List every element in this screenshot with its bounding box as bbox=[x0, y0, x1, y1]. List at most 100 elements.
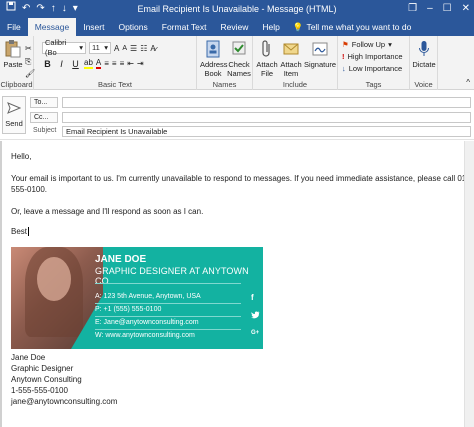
decrease-indent-icon[interactable]: ⇤ bbox=[127, 59, 134, 68]
shrink-font-icon[interactable]: A bbox=[122, 45, 127, 52]
banner-divider-1 bbox=[95, 283, 241, 284]
underline-button[interactable]: U bbox=[70, 59, 81, 69]
follow-up-button[interactable]: ⚑ Follow Up ▾ bbox=[342, 40, 392, 49]
restore-icon[interactable]: ❐ bbox=[408, 0, 417, 18]
signature-icon bbox=[309, 39, 331, 59]
address-book-button[interactable]: Address Book bbox=[200, 39, 228, 78]
redo-icon[interactable]: ↷ bbox=[36, 0, 44, 18]
customize-icon[interactable]: ▾ bbox=[73, 0, 78, 18]
minimize-icon[interactable]: – bbox=[427, 0, 433, 18]
names-group: Address Book Check Names Names bbox=[197, 36, 253, 90]
align-right-icon[interactable]: ≡ bbox=[120, 59, 125, 68]
highlight-icon[interactable]: ab bbox=[84, 58, 93, 69]
down-arrow-icon[interactable]: ↓ bbox=[62, 0, 67, 18]
align-center-icon[interactable]: ≡ bbox=[112, 59, 117, 68]
flag-icon: ⚑ bbox=[342, 40, 349, 49]
grow-font-icon[interactable]: A bbox=[114, 44, 119, 53]
tab-options[interactable]: Options bbox=[111, 18, 154, 36]
attach-item-label-1: Attach bbox=[280, 60, 302, 69]
cut-icon[interactable]: ✂ bbox=[25, 44, 32, 53]
google-plus-icon[interactable]: G+ bbox=[251, 330, 259, 336]
dictate-button[interactable]: Dictate bbox=[411, 39, 437, 69]
banner-web[interactable]: W: www.anytownconsulting.com bbox=[95, 332, 195, 339]
to-field[interactable] bbox=[62, 97, 471, 108]
paste-button[interactable]: Paste bbox=[2, 39, 24, 69]
voice-group-label: Voice bbox=[414, 80, 433, 89]
attach-file-label-2: File bbox=[260, 69, 274, 78]
subject-field[interactable]: Email Recipient Is Unavailable bbox=[62, 126, 471, 137]
attach-item-icon bbox=[280, 39, 302, 59]
check-names-label-1: Check bbox=[228, 60, 250, 69]
align-left-icon[interactable]: ≡ bbox=[104, 59, 109, 68]
attach-file-label-1: Attach bbox=[256, 60, 278, 69]
tab-message[interactable]: Message bbox=[27, 18, 77, 36]
tab-file[interactable]: File bbox=[0, 18, 28, 36]
basic-text-group-label: Basic Text bbox=[97, 80, 133, 89]
undo-icon[interactable]: ↶ bbox=[22, 0, 30, 18]
check-names-button[interactable]: Check Names bbox=[226, 39, 252, 78]
send-button[interactable]: Send bbox=[2, 96, 26, 134]
close-icon[interactable]: ✕ bbox=[462, 0, 470, 18]
banner-divider-4 bbox=[95, 329, 241, 330]
title-bar: ↶ ↷ ↑ ↓ ▾ Email Recipient Is Unavailable… bbox=[0, 0, 474, 18]
tags-group: ⚑ Follow Up ▾ ! High Importance ↓ Low Im… bbox=[338, 36, 410, 90]
collapse-ribbon-icon[interactable]: ^ bbox=[466, 78, 470, 87]
banner-divider-2 bbox=[95, 303, 241, 304]
facebook-icon[interactable]: f bbox=[251, 293, 254, 302]
tab-help[interactable]: Help bbox=[255, 18, 286, 36]
follow-up-label: Follow Up bbox=[351, 40, 386, 49]
lightbulb-icon: 💡 bbox=[292, 22, 304, 32]
tab-insert[interactable]: Insert bbox=[76, 18, 111, 36]
high-importance-button[interactable]: ! High Importance bbox=[342, 52, 403, 61]
attach-item-label-2: Item bbox=[283, 69, 299, 78]
photo-face bbox=[37, 257, 71, 301]
copy-icon[interactable]: ⎘ bbox=[25, 57, 31, 67]
message-header: Send To... Cc... Subject Email Recipient… bbox=[0, 91, 474, 140]
cc-field[interactable] bbox=[62, 112, 471, 123]
maximize-icon[interactable]: ☐ bbox=[443, 0, 452, 18]
sig-email[interactable]: jane@anytownconsulting.com bbox=[11, 396, 117, 407]
low-importance-label: Low Importance bbox=[348, 64, 403, 73]
numbering-icon[interactable]: ☷ bbox=[140, 44, 147, 53]
font-color-icon[interactable]: A bbox=[95, 58, 102, 69]
to-button[interactable]: To... bbox=[30, 97, 58, 108]
italic-button[interactable]: I bbox=[56, 59, 67, 69]
font-name-select[interactable]: Calibri (Bo ▾ bbox=[42, 38, 86, 57]
attach-item-button[interactable]: Attach Item bbox=[279, 39, 303, 78]
tab-format-text[interactable]: Format Text bbox=[155, 18, 214, 36]
exclamation-icon: ! bbox=[342, 52, 345, 61]
text-cursor bbox=[28, 227, 30, 236]
address-book-label-1: Address bbox=[200, 60, 228, 69]
signature-button[interactable]: Signature bbox=[303, 39, 337, 69]
include-group-label: Include bbox=[282, 80, 308, 89]
dictate-label: Dictate bbox=[412, 60, 436, 69]
increase-indent-icon[interactable]: ⇥ bbox=[137, 59, 144, 68]
vertical-scrollbar[interactable] bbox=[464, 141, 474, 427]
clear-formatting-icon[interactable]: A̷ bbox=[150, 44, 155, 53]
tell-me-label: Tell me what you want to do bbox=[306, 22, 412, 32]
font-size-select[interactable]: 11 ▾ bbox=[89, 42, 111, 54]
up-arrow-icon[interactable]: ↑ bbox=[51, 0, 56, 18]
cc-button[interactable]: Cc... bbox=[30, 112, 58, 123]
twitter-icon[interactable] bbox=[251, 311, 260, 321]
microphone-icon bbox=[413, 39, 435, 59]
ribbon: Paste ✂ ⎘ 🖌 Clipboard Calibri (Bo ▾ 11 ▾ A… bbox=[0, 36, 474, 90]
chevron-down-icon: ▾ bbox=[79, 43, 83, 52]
send-icon bbox=[3, 97, 25, 119]
sig-phone: 1-555-555-0100 bbox=[11, 386, 68, 395]
low-importance-button[interactable]: ↓ Low Importance bbox=[342, 64, 402, 73]
sig-company: Anytown Consulting bbox=[11, 375, 82, 384]
tab-review[interactable]: Review bbox=[213, 18, 255, 36]
bullets-icon[interactable]: ☰ bbox=[130, 44, 137, 53]
attach-file-button[interactable]: Attach File bbox=[255, 39, 279, 78]
subject-label: Subject bbox=[33, 127, 57, 134]
banner-email[interactable]: E: Jane@anytownconsulting.com bbox=[95, 319, 199, 326]
quick-access-toolbar: ↶ ↷ ↑ ↓ ▾ bbox=[0, 0, 78, 18]
save-icon[interactable] bbox=[6, 0, 16, 18]
signature-label: Signature bbox=[303, 60, 337, 69]
bold-button[interactable]: B bbox=[42, 59, 53, 69]
closing-text: Best bbox=[11, 226, 30, 237]
greeting-text: Hello, bbox=[11, 152, 32, 161]
tell-me-box[interactable]: 💡 Tell me what you want to do bbox=[287, 18, 411, 36]
banner-divider-3 bbox=[95, 316, 241, 317]
